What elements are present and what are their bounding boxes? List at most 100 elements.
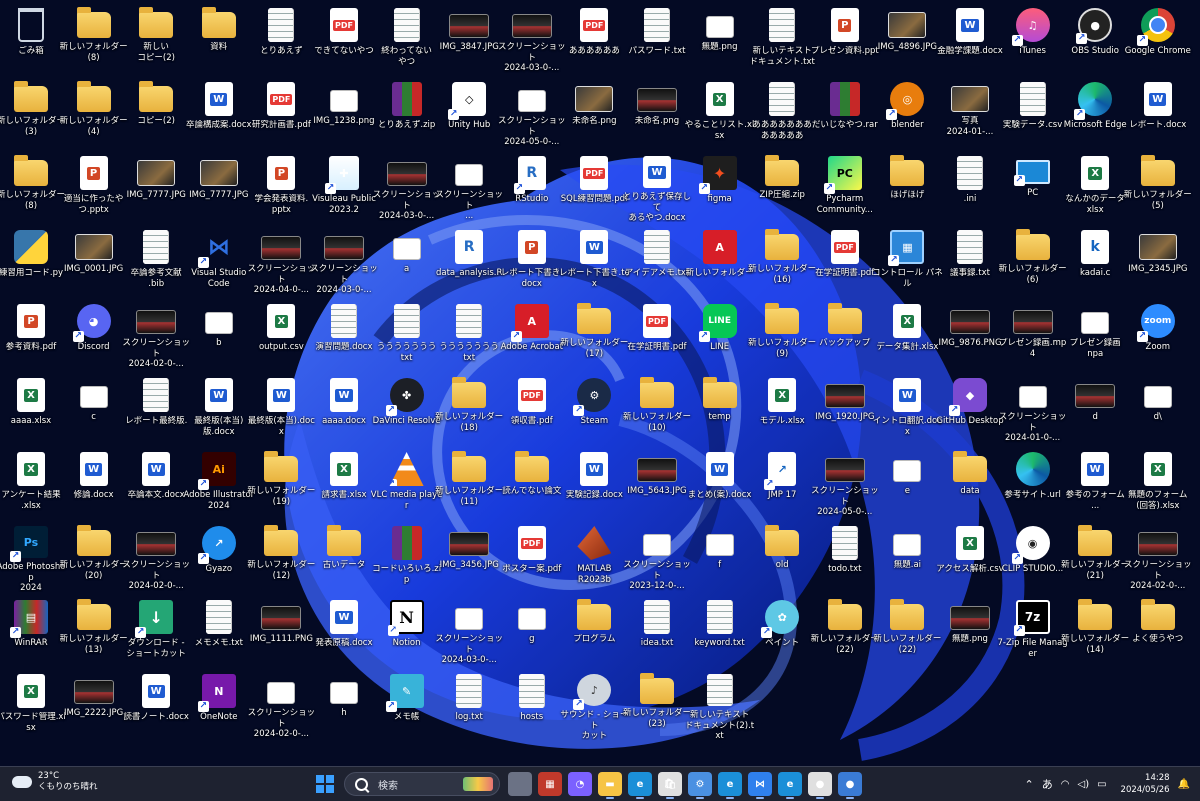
desktop-icon[interactable]: 無題.ai [876,520,938,592]
desktop-icon[interactable]: PC [1002,150,1064,222]
desktop-icon[interactable]: a [376,224,438,296]
chat-icon[interactable]: ◔ [568,772,592,796]
desktop-icon[interactable]: PDF 在学証明書.pdf [626,298,688,370]
desktop-icon[interactable]: 未命名.png [626,76,688,148]
desktop-icon[interactable]: 新しいテキスト ドキュメント.txt [749,2,815,74]
desktop-icon[interactable]: W 発表原稿.docx [313,594,375,666]
notification-bell-icon[interactable]: 🔔 [1178,779,1190,790]
desktop-icon[interactable]: だいじなやつ.rar [812,76,878,148]
desktop-icon[interactable]: ◎blender [876,76,938,148]
desktop[interactable]: ごみ箱 新しいフォルダー (8) 新しい コピー(2) 資料 とりあえず PDF できてない… [0,0,1200,766]
start-button[interactable] [316,775,334,793]
desktop-icon[interactable]: スクリーンショット 2024-03-0-... [435,594,503,666]
desktop-icon[interactable]: VLC media player [371,446,442,518]
desktop-icon[interactable]: W 実験記録.docx [563,446,625,518]
desktop-icon[interactable]: ✚Visuleau Public 2023.2 [312,150,376,222]
desktop-icon[interactable]: 新しいフォルダー (14) [1061,594,1129,666]
desktop-icon[interactable]: ◆GitHub Desktop [936,372,1004,444]
desktop-icon[interactable]: PCPycharm Community... [814,150,876,222]
desktop-icon[interactable]: idea.txt [626,594,688,666]
desktop-icon[interactable]: LINELINE [689,298,751,370]
desktop-icon[interactable]: ごみ箱 [0,2,62,74]
settings-icon[interactable]: ⚙ [688,772,712,799]
desktop-icon[interactable]: 新しいフォルダー (8) [60,2,128,74]
desktop-icon[interactable]: 新しいフォルダー (16) [748,224,816,296]
desktop-icon[interactable]: PDF 研究計画書.pdf [250,76,312,148]
desktop-icon[interactable]: ううううううう txt [438,298,500,370]
desktop-icon[interactable]: 練習用コード.py [0,224,63,296]
desktop-icon[interactable]: N Notion [376,594,438,666]
desktop-icon[interactable]: Waaaa.docx [313,372,375,444]
desktop-icon[interactable]: 未命名.png [563,76,625,148]
desktop-icon[interactable]: 新しいフォルダー (3) [0,76,65,148]
desktop-icon[interactable]: W イントロ翻訳.docx [873,372,942,444]
desktop-icon[interactable]: ほげほげ [876,150,938,222]
desktop-icon[interactable]: Xoutput.csv [250,298,312,370]
desktop-icon[interactable]: IMG_1920.JPG [814,372,876,444]
desktop-icon[interactable]: 資料 [188,2,250,74]
desktop-icon[interactable]: ▤WinRAR [0,594,62,666]
desktop-icon[interactable]: PDF SQL練習問題.pdf [561,150,628,222]
desktop-icon[interactable]: 議事録.txt [939,224,1001,296]
desktop-icon[interactable]: アイデアメモ.txt [625,224,689,296]
desktop-icon[interactable]: 新しいフォルダー (17) [560,298,628,370]
desktop-icon[interactable]: 新しいフォルダー (11) [435,446,503,518]
edge-icon[interactable]: e [628,772,652,799]
desktop-icon[interactable]: 参考サイト.url [1002,446,1064,518]
desktop-icon[interactable]: ♪サウンド - ショート カット [560,668,628,740]
chrome-alt-icon[interactable]: ● [838,772,862,799]
desktop-icon[interactable]: W 金融学課題.docx [937,2,1003,74]
desktop-icon[interactable]: PDF できてないやつ [313,2,375,74]
desktop-icon[interactable]: IMG_7777.JPG [188,150,250,222]
desktop-icon[interactable]: ◇Unity Hub [438,76,500,148]
edge-icon-2[interactable]: e [718,772,742,799]
desktop-icon[interactable]: old [751,520,813,592]
desktop-icon[interactable]: 新しい コピー(2) [125,2,187,74]
desktop-icon[interactable]: 7z7-Zip File Manager [997,594,1068,666]
desktop-icon[interactable]: temp [689,372,751,444]
desktop-icon[interactable]: X データ集計.xlsx [876,298,938,370]
desktop-icon[interactable]: ▦コントロール パネル [872,224,943,296]
desktop-icon[interactable]: メモメモ.txt [188,594,250,666]
desktop-icon[interactable]: スクリーンショット 2023-12-0-... [623,520,691,592]
desktop-icon[interactable]: IMG_2345.JPG [1127,224,1189,296]
desktop-icon[interactable]: スクリーンショット 2024-05-0-... [498,76,566,148]
desktop-icon[interactable]: ✦figma [689,150,751,222]
desktop-icon[interactable]: 新しいフォルダー (23) [623,668,691,740]
desktop-icon[interactable]: スクリーンショット 2024-03-0-... [498,2,566,74]
desktop-icon[interactable]: 実験データ.csv [1002,76,1064,148]
desktop-icon[interactable]: 古いデータ [313,520,375,592]
desktop-icon[interactable]: とりあえず [250,2,312,74]
battery-icon[interactable]: ▭ [1097,779,1106,790]
desktop-icon[interactable]: X アンケート結果 .xlsx [0,446,62,518]
desktop-icon[interactable]: プレゼン録画 npa [1064,298,1126,370]
desktop-icon[interactable]: P 学会発表資料. pptx [250,150,312,222]
desktop-icon[interactable]: 無題.png [689,2,751,74]
desktop-icon[interactable]: W 卒論構成案.docx [186,76,252,148]
taskbar-search-box[interactable]: 検索 [344,772,500,796]
desktop-icon[interactable]: PDF ああああああ [563,2,625,74]
desktop-icon[interactable]: バックアップ [814,298,876,370]
desktop-icon[interactable]: data [939,446,1001,518]
desktop-icon[interactable]: 新しいフォルダー (8) [0,150,65,222]
desktop-icon[interactable]: Google Chrome [1125,2,1191,74]
desktop-icon[interactable]: ⋈Visual Studio Code [188,224,250,296]
desktop-icon[interactable]: スクリーンショット 2024-02-0-... [248,668,315,740]
desktop-icon[interactable]: k kadai.c [1064,224,1126,296]
desktop-icon[interactable]: PDF ポスター案.pdf [501,520,563,592]
desktop-icon[interactable]: ✎メモ帳 [376,668,438,740]
desktop-icon[interactable]: IMG_2222.JPG [63,668,125,740]
desktop-icon[interactable]: スクリーンショット 2024-02-0-... [122,298,190,370]
desktop-icon[interactable]: W 参考のフォーム ... [1064,446,1126,518]
desktop-icon[interactable]: IMG_9876.PNG [938,298,1002,370]
wifi-icon[interactable]: ◠ [1061,779,1070,790]
desktop-icon[interactable]: ✤DaVinci Resolve [373,372,441,444]
desktop-icon[interactable]: A 新しいフォルダー [686,224,754,296]
desktop-icon[interactable]: レポート最終版. [125,372,187,444]
desktop-icon[interactable]: hosts [501,668,563,740]
desktop-icon[interactable]: ↗JMP 17 [751,446,813,518]
desktop-icon[interactable]: 新しいフォルダー (4) [60,76,128,148]
desktop-icon[interactable]: 終わってない やつ [376,2,438,74]
desktop-icon[interactable]: ♫iTunes [1002,2,1064,74]
desktop-icon[interactable]: keyword.txt [689,594,751,666]
